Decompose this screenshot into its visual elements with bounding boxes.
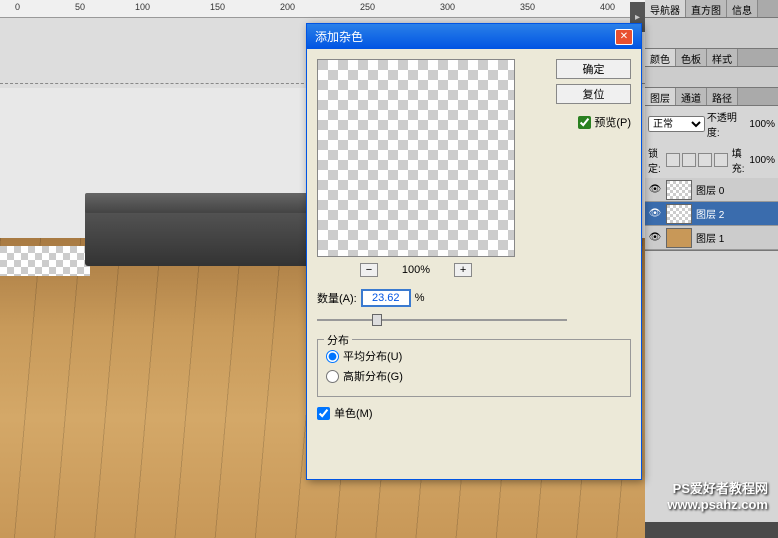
layer-row[interactable]: 👁 图层 1 [645, 226, 778, 250]
slider-thumb[interactable] [372, 314, 382, 326]
layer-name: 图层 2 [696, 206, 724, 221]
distribution-group: 分布 平均分布(U) 高斯分布(G) [317, 339, 631, 397]
layer-row[interactable]: 👁 图层 0 [645, 178, 778, 202]
watermark-line2: www.psahz.com [667, 497, 768, 512]
zoom-in-button[interactable]: + [454, 263, 472, 277]
visibility-icon[interactable]: 👁 [648, 207, 662, 221]
dialog-titlebar[interactable]: 添加杂色 ✕ [307, 24, 641, 49]
monochrome-label: 单色(M) [334, 405, 373, 421]
transparent-area [0, 246, 90, 276]
add-noise-dialog: 添加杂色 ✕ − 100% + 数量(A): % 分布 平均分布(U) [306, 23, 642, 480]
tab-color[interactable]: 颜色 [645, 49, 676, 66]
lock-brush-icon[interactable] [682, 153, 696, 167]
reset-button[interactable]: 复位 [556, 84, 631, 104]
tab-histogram[interactable]: 直方图 [686, 0, 727, 17]
dialog-title-text: 添加杂色 [315, 28, 363, 45]
ruler-horizontal: 0 50 100 150 200 250 300 350 400 [0, 0, 645, 18]
preview-checkbox[interactable] [578, 116, 591, 129]
tab-info[interactable]: 信息 [727, 0, 758, 17]
ok-button[interactable]: 确定 [556, 59, 631, 79]
layer-list: 👁 图层 0 👁 图层 2 👁 图层 1 [645, 178, 778, 250]
minus-icon: − [366, 264, 372, 276]
distribution-legend: 分布 [324, 332, 352, 348]
tab-style[interactable]: 样式 [707, 49, 738, 66]
monochrome-checkbox[interactable] [317, 407, 330, 420]
tab-paths[interactable]: 路径 [707, 88, 738, 105]
fill-value: 100% [749, 155, 775, 166]
opacity-value: 100% [749, 119, 775, 130]
preview-label: 预览(P) [594, 114, 631, 130]
blend-mode-select[interactable]: 正常 [648, 116, 705, 132]
watermark-line1: PS爱好者教程网 [667, 478, 768, 497]
plus-icon: + [460, 264, 466, 276]
sofa-image [85, 208, 310, 266]
uniform-label: 平均分布(U) [343, 348, 402, 364]
panels-area: ▸ 导航器 直方图 信息 颜色 色板 样式 图层 通道 路径 正常 不透明度: … [645, 0, 778, 522]
zoom-out-button[interactable]: − [360, 263, 378, 277]
layer-name: 图层 1 [696, 230, 724, 245]
lock-label: 锁定: [648, 145, 662, 175]
layer-thumbnail[interactable] [666, 180, 692, 200]
layer-name: 图层 0 [696, 182, 724, 197]
layers-panel: 图层 通道 路径 正常 不透明度: 100% 锁定: 填充: 100% 👁 图 [645, 88, 778, 251]
tab-channels[interactable]: 通道 [676, 88, 707, 105]
visibility-icon[interactable]: 👁 [648, 183, 662, 197]
lock-move-icon[interactable] [698, 153, 712, 167]
zoom-level: 100% [402, 264, 430, 276]
amount-input[interactable] [361, 289, 411, 307]
tab-navigator[interactable]: 导航器 [645, 0, 686, 17]
navigator-panel: 导航器 直方图 信息 [645, 0, 778, 49]
amount-slider[interactable] [317, 311, 567, 329]
layer-thumbnail[interactable] [666, 228, 692, 248]
lock-all-icon[interactable] [714, 153, 728, 167]
close-button[interactable]: ✕ [615, 29, 633, 45]
layer-row[interactable]: 👁 图层 2 [645, 202, 778, 226]
opacity-label: 不透明度: [707, 109, 748, 139]
visibility-icon[interactable]: 👁 [648, 231, 662, 245]
chevron-right-icon: ▸ [635, 12, 640, 23]
tab-swatch[interactable]: 色板 [676, 49, 707, 66]
gaussian-label: 高斯分布(G) [343, 368, 403, 384]
amount-unit: % [415, 292, 425, 304]
close-icon: ✕ [620, 31, 628, 42]
preview-canvas[interactable] [317, 59, 515, 257]
fill-label: 填充: [732, 145, 746, 175]
gaussian-radio[interactable] [326, 370, 339, 383]
watermark: PS爱好者教程网 www.psahz.com [667, 478, 768, 512]
lock-transparency-icon[interactable] [666, 153, 680, 167]
uniform-radio[interactable] [326, 350, 339, 363]
color-panel: 颜色 色板 样式 [645, 49, 778, 88]
amount-label: 数量(A): [317, 290, 357, 306]
layer-thumbnail[interactable] [666, 204, 692, 224]
slider-track [317, 319, 567, 321]
tab-layers[interactable]: 图层 [645, 88, 676, 105]
